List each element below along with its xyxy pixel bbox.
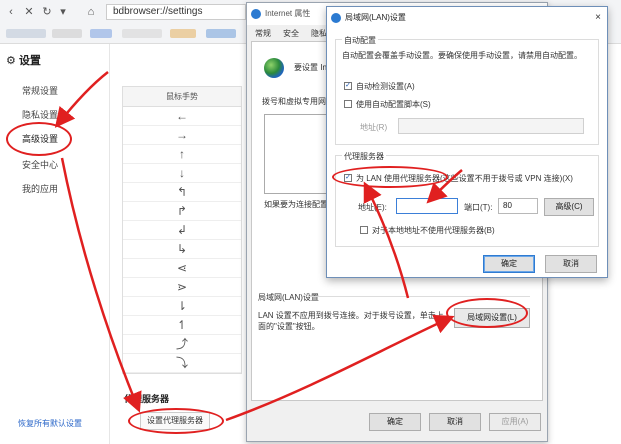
proxy-server-label: 代理服务器 [342,151,386,162]
settings-title: ⚙ 设置 [6,55,41,67]
tab-strip [0,24,260,42]
blurred-tab[interactable] [6,29,46,38]
stop-icon[interactable]: ✕ [22,5,36,19]
auto-config-label: 自动配置 [342,35,378,46]
script-address-label: 地址(R) [360,123,388,132]
lan-settings-title: 局域网(LAN)设置 [258,293,319,302]
divider [308,296,530,297]
auto-detect-checkbox[interactable]: ✓ [344,82,352,90]
bypass-local-label: 对于本地地址不使用代理服务器(B) [372,226,495,235]
restore-defaults-link[interactable]: 恢复所有默认设置 [18,418,82,429]
proxy-section-title: 代理服务器 [124,394,170,404]
settings-sidebar: ⚙ 设置 常规设置 隐私设置 高级设置 安全中心 我的应用 恢复所有默认设置 [0,44,110,444]
refresh-icon[interactable]: ↻ [40,5,54,19]
close-icon[interactable]: × [595,7,601,29]
proxy-address-input[interactable] [396,198,458,214]
lan-cancel-button[interactable]: 取消 [545,255,597,273]
proxy-note: 如果要为连接配置 [264,200,328,209]
back-arrow-icon[interactable]: ‹ [4,5,18,19]
inet-footer: 确定 取消 应用(A) [247,407,547,441]
gesture-row[interactable]: ↱ [123,202,241,221]
auto-script-checkbox[interactable] [344,100,352,108]
globe-icon [264,58,284,78]
dialup-label: 拨号和虚拟专用网络 [262,97,334,106]
port-input[interactable]: 80 [498,198,538,214]
auto-config-group: 自动配置 自动配置会覆盖手动设置。要确保使用手动设置，请禁用自动配置。 ✓ 自动… [335,35,599,145]
gesture-row[interactable]: ← [123,107,241,126]
gear-icon: ⚙ [6,55,16,67]
ie-icon [251,9,261,19]
highlight-ring [332,166,448,188]
address-bar[interactable]: bdbrowser://settings [106,4,246,20]
lan-settings-dialog: 局域网(LAN)设置 × 自动配置 自动配置会覆盖手动设置。要确保使用手动设置，… [326,6,608,278]
gesture-row[interactable]: ⤵ [123,354,241,373]
blurred-tab[interactable] [170,29,196,38]
gesture-row[interactable]: ↿ [123,316,241,335]
highlight-ring [446,298,528,328]
auto-config-description: 自动配置会覆盖手动设置。要确保使用手动设置，请禁用自动配置。 [342,51,582,60]
home-icon[interactable]: ⌂ [84,5,98,19]
blurred-tab[interactable] [90,29,112,38]
sidebar-item-privacy[interactable]: 隐私设置 [22,108,58,121]
port-label: 端口(T): [464,203,493,212]
setup-text: 要设置 Int [294,63,330,72]
gesture-row[interactable]: ↰ [123,183,241,202]
ie-icon [331,13,341,23]
blurred-tab[interactable] [206,29,236,38]
blurred-tab[interactable] [122,29,162,38]
gesture-row[interactable]: ⇂ [123,297,241,316]
tab-security[interactable]: 安全 [279,27,303,41]
inet-cancel-button[interactable]: 取消 [429,413,481,431]
auto-script-label: 使用自动配置脚本(S) [356,100,431,109]
gesture-row[interactable]: ↲ [123,221,241,240]
advanced-settings-content: 鼠标手势 ← → ↑ ↓ ↰ ↱ ↲ ↳ ⋖ ⋗ ⇂ ↿ ⤴ ⤵ 代理服务器 设… [110,44,250,444]
sidebar-item-security[interactable]: 安全中心 [22,158,58,171]
highlight-ring [6,122,72,156]
inet-apply-button[interactable]: 应用(A) [489,413,541,431]
gesture-table: 鼠标手势 ← → ↑ ↓ ↰ ↱ ↲ ↳ ⋖ ⋗ ⇂ ↿ ⤴ ⤵ [122,86,242,374]
script-address-input[interactable] [398,118,584,134]
auto-detect-label: 自动检测设置(A) [356,82,415,91]
gesture-row[interactable]: ⤴ [123,335,241,354]
inet-ok-button[interactable]: 确定 [369,413,421,431]
sidebar-item-my-apps[interactable]: 我的应用 [22,182,58,195]
bypass-local-checkbox[interactable] [360,226,368,234]
advanced-button[interactable]: 高级(C) [544,198,594,216]
lan-titlebar: 局域网(LAN)设置 × [327,7,607,29]
highlight-ring [128,408,224,434]
history-chevron-icon[interactable]: ▾ [56,5,70,19]
gesture-row[interactable]: → [123,126,241,145]
tab-general[interactable]: 常规 [251,27,275,41]
gesture-row[interactable]: ↑ [123,145,241,164]
proxy-address-label: 地址(E): [358,203,387,212]
lan-ok-button[interactable]: 确定 [483,255,535,273]
gesture-row[interactable]: ↓ [123,164,241,183]
gesture-row[interactable]: ⋖ [123,259,241,278]
gesture-row[interactable]: ↳ [123,240,241,259]
gesture-row[interactable]: ⋗ [123,278,241,297]
sidebar-item-general[interactable]: 常规设置 [22,84,58,97]
lan-settings-description: LAN 设置不应用到拨号连接。对于拨号设置，单击上面的"设置"按钮。 [258,311,444,331]
gesture-table-header: 鼠标手势 [123,87,241,107]
blurred-tab[interactable] [52,29,82,38]
